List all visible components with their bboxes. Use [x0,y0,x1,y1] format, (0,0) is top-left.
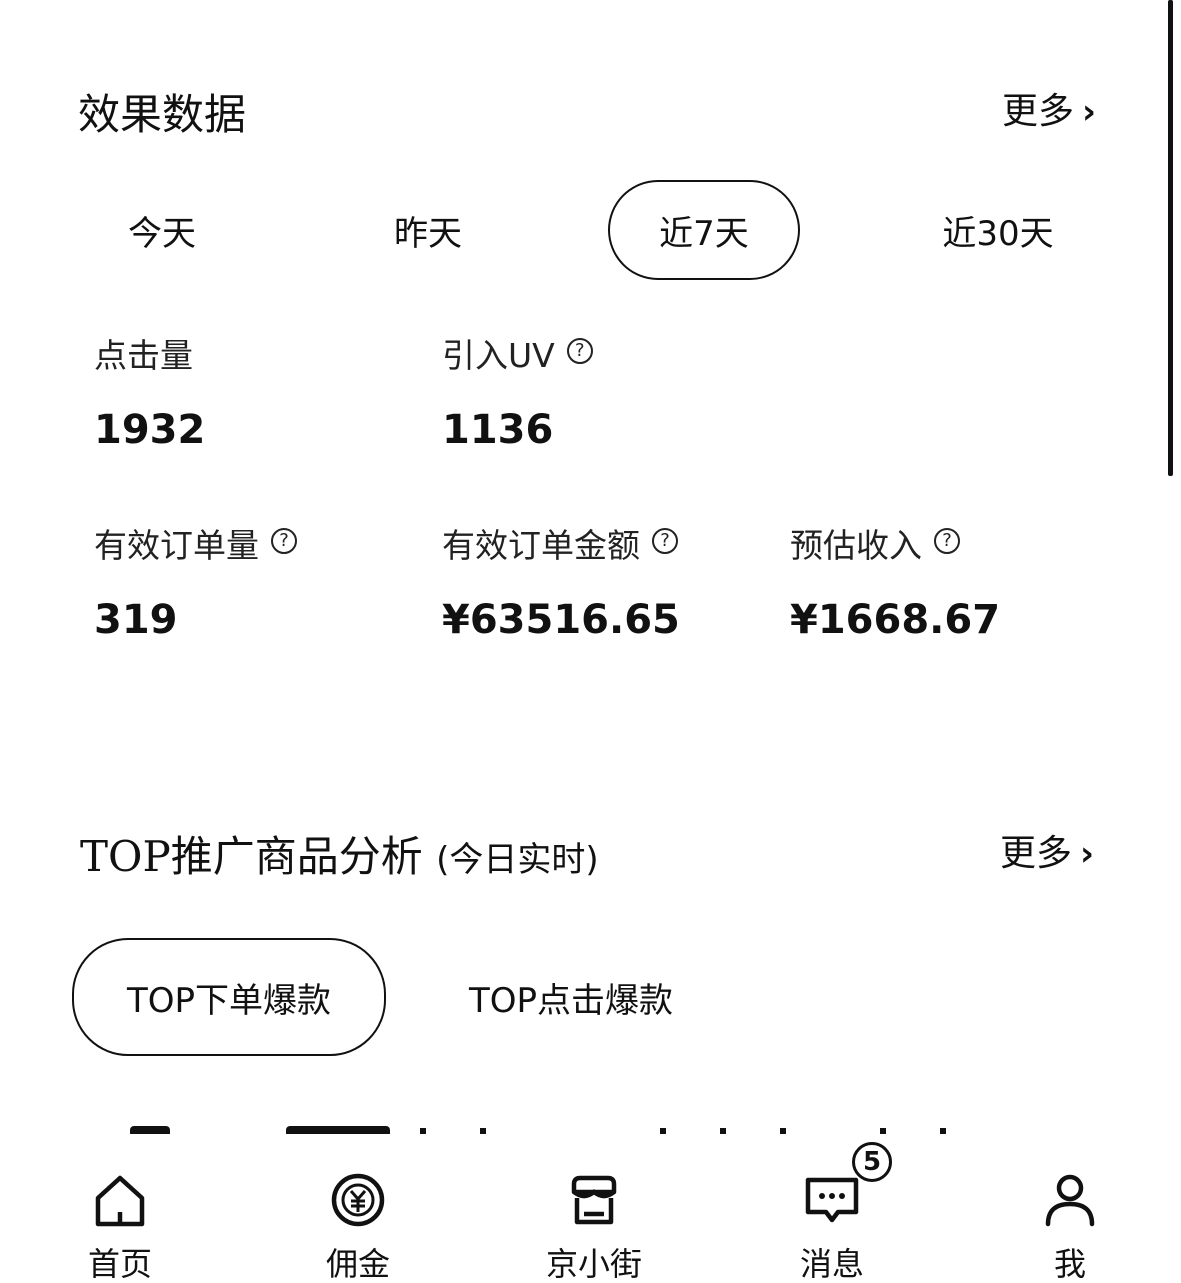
message-count-badge: 5 [852,1142,892,1182]
top-products-more-link[interactable]: 更多 › [1000,832,1094,876]
nav-label: 佣金 [325,1245,390,1283]
tab-top-clicks[interactable]: TOP点击爆款 [446,938,696,1056]
metric-label: 有效订单量 ? [94,526,434,566]
metric-label-text: 预估收入 [790,526,922,565]
metric-value: ¥1668.67 [790,597,1001,643]
product-list-row-peek [80,1124,960,1134]
nav-item-messages[interactable]: 5 消息 [752,1134,912,1283]
top-products-section-title: TOP推广商品分析 (今日实时) [80,832,599,885]
chevron-right-icon: › [1080,834,1095,874]
performance-more-link[interactable]: 更多 › [1002,90,1096,134]
more-label: 更多 [1000,833,1073,874]
tab-last-7-days[interactable]: 近7天 [608,180,800,280]
metric-valid-order-amount: 有效订单金额 ? ¥63516.65 [442,526,782,644]
metric-label-text: 点击量 [94,336,193,375]
metric-estimated-income: 预估收入 ? ¥1668.67 [790,526,1130,644]
nav-item-store[interactable]: 京小街 [514,1134,674,1283]
metric-label: 预估收入 ? [790,526,1130,566]
performance-section-title: 效果数据 [78,90,247,139]
metric-value: 1136 [442,407,554,453]
metric-value: 319 [94,597,178,643]
peek-mark [130,1126,170,1134]
nav-item-commission[interactable]: 佣金 [278,1134,438,1283]
question-circle-icon[interactable]: ? [271,528,297,554]
metric-value: ¥63516.65 [442,597,680,643]
metric-uv: 引入UV ? 1136 [442,336,782,454]
metric-valid-orders: 有效订单量 ? 319 [94,526,434,644]
metric-label: 有效订单金额 ? [442,526,782,566]
nav-item-profile[interactable]: 我 [990,1134,1150,1283]
bottom-nav: 首页 佣金 京小街 5 消息 我 [0,1134,1181,1283]
metric-label: 引入UV ? [442,336,782,376]
chevron-right-icon: › [1082,92,1097,132]
top-products-subtitle: (今日实时) [436,840,599,880]
store-icon [571,1175,617,1225]
commission-icon [331,1173,385,1227]
metric-label-text: 有效订单金额 [442,526,640,565]
more-label: 更多 [1002,91,1075,132]
tab-yesterday[interactable]: 昨天 [358,180,498,280]
nav-item-home[interactable]: 首页 [40,1134,200,1283]
metric-label-text: 引入UV [442,336,555,375]
top-products-title: TOP推广商品分析 [80,832,423,881]
question-circle-icon[interactable]: ? [566,338,593,364]
nav-label: 我 [1053,1245,1086,1283]
nav-label: 消息 [799,1245,864,1283]
metric-label-text: 有效订单量 [94,526,259,565]
metric-value: 1932 [94,407,206,453]
question-circle-icon[interactable]: ? [652,528,678,554]
nav-label: 京小街 [545,1245,642,1283]
question-circle-icon[interactable]: ? [934,528,960,554]
tab-top-orders[interactable]: TOP下单爆款 [72,938,386,1056]
profile-icon [1045,1174,1095,1227]
metric-clicks: 点击量 1932 [94,336,434,454]
metric-label: 点击量 [94,336,434,376]
scrollbar[interactable] [1168,0,1173,476]
home-icon [95,1175,145,1227]
message-icon [805,1177,859,1223]
tab-today[interactable]: 今天 [92,180,232,280]
nav-label: 首页 [87,1245,152,1283]
peek-mark [286,1126,390,1134]
tab-last-30-days[interactable]: 近30天 [918,180,1078,280]
